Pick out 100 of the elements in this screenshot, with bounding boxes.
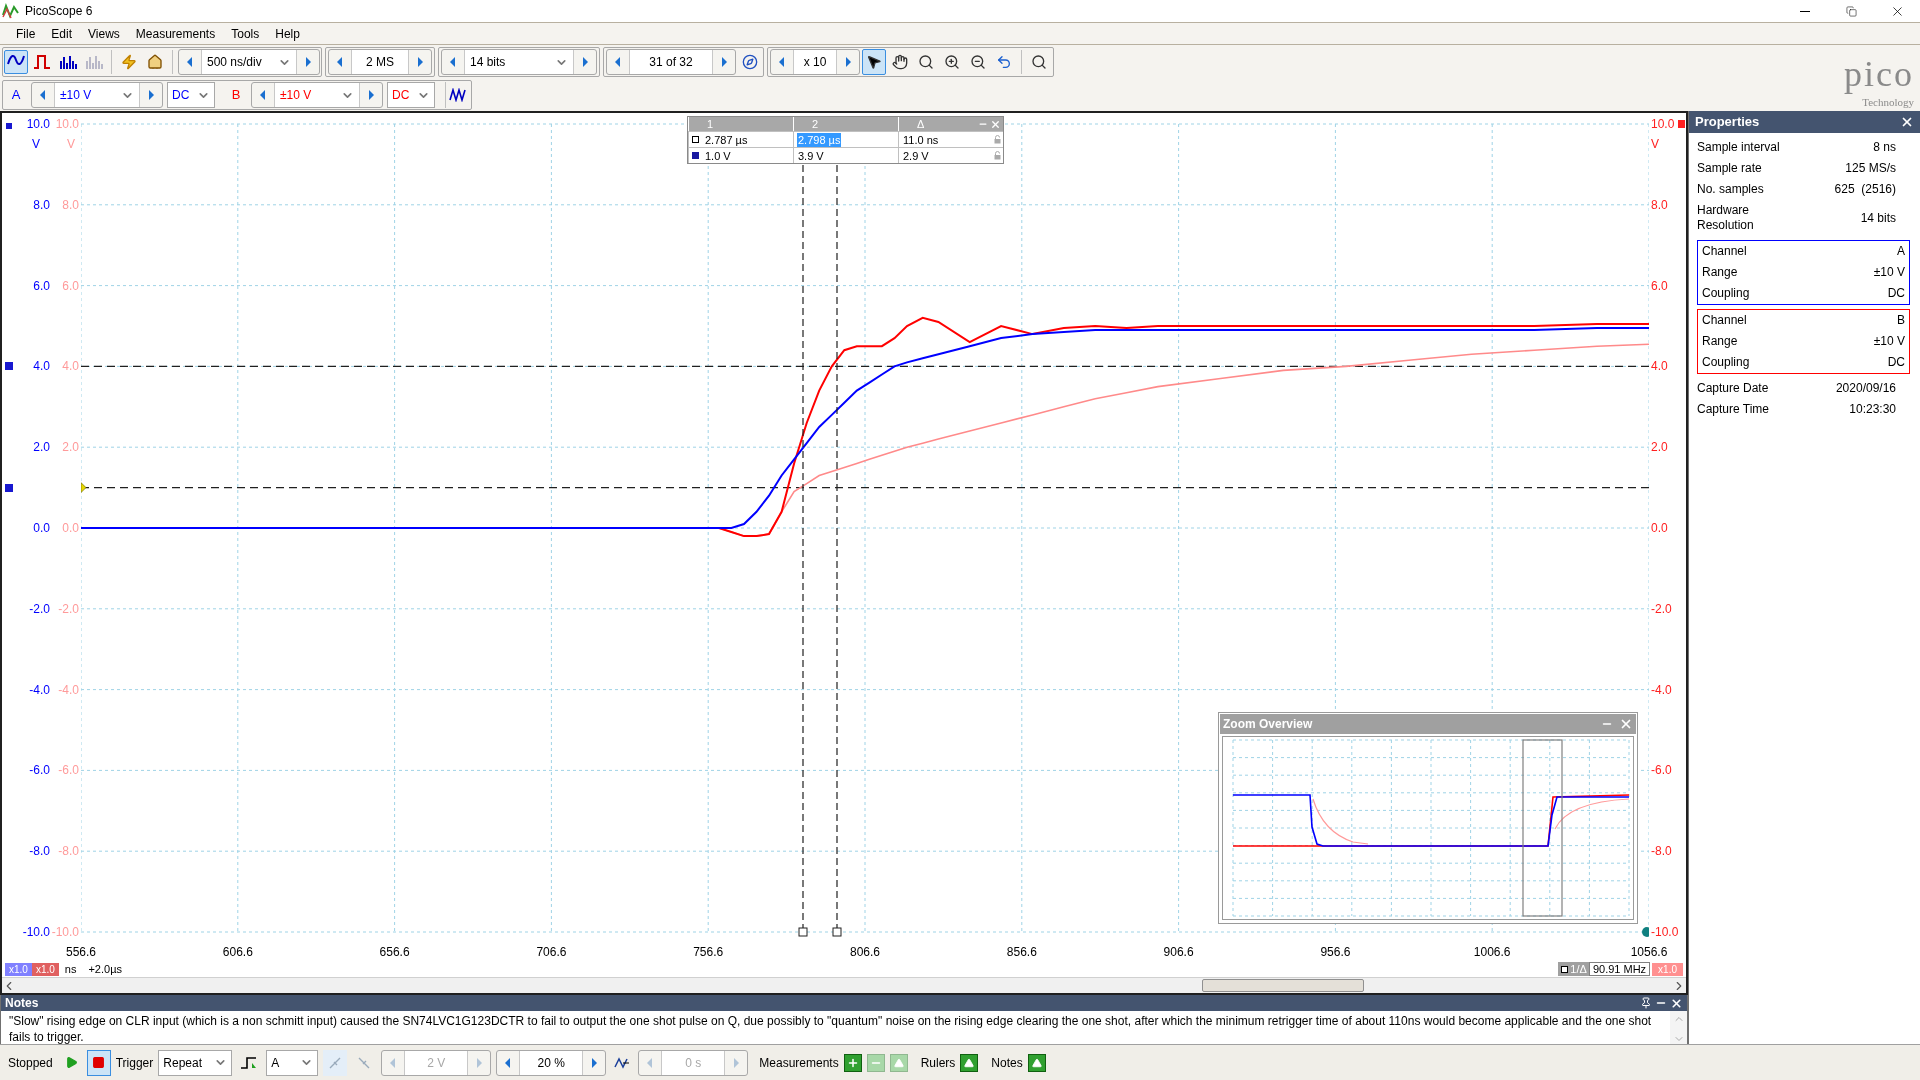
axis-tick-label: -6.0 [58, 763, 79, 778]
ruler-handle[interactable] [5, 483, 13, 492]
triangle-icon [893, 1057, 904, 1068]
axis-tick-label: 6.0 [33, 278, 50, 293]
acquisition-status: Stopped [7, 1054, 54, 1072]
axis-tick-label: 0.0 [33, 521, 50, 535]
pointer-tool-button[interactable] [862, 49, 886, 75]
axis-end-marker [1642, 927, 1649, 937]
horizontal-scrollbar[interactable] [2, 977, 1686, 993]
timebase-dropdown[interactable]: 500 ns/div [201, 50, 297, 74]
close-icon[interactable] [1670, 996, 1683, 1010]
edge-icon [357, 1055, 372, 1070]
pointer-icon [866, 54, 882, 70]
window-title: Zoom Overview [1223, 716, 1313, 733]
waveform-icon [448, 88, 467, 102]
rising-edge-icon [240, 1054, 259, 1071]
axis-tick-label: 6.0 [1651, 278, 1668, 293]
axis-tick-label: 6.0 [62, 278, 79, 293]
axis-tick-label: -2.0 [1651, 601, 1672, 616]
channel-b-scale: x1.0 [1652, 962, 1683, 976]
notes-button[interactable] [1027, 1053, 1046, 1072]
axis-tick-label: 2.0 [33, 440, 50, 455]
right-arrow-icon [731, 1055, 742, 1070]
column-header: 2 [812, 118, 819, 130]
axis-tick-label: 806.6 [850, 944, 880, 961]
range-dropdown[interactable]: ±10 V [54, 83, 140, 107]
panel-title: Properties [1695, 113, 1760, 132]
cursor-value: 1.0 V [704, 148, 732, 163]
menu-item[interactable]: Measurements [127, 23, 224, 44]
zoom-factor-field[interactable]: x 10 [793, 50, 837, 74]
property-label: Coupling [1702, 286, 1751, 301]
scope-view-button[interactable] [4, 50, 28, 74]
buffer-field[interactable]: 31 of 32 [629, 50, 713, 74]
scrollbar-thumb[interactable] [1202, 979, 1364, 992]
rulers-button[interactable] [960, 1053, 979, 1072]
axis-tick-label: 10.0 [55, 117, 79, 131]
left-arrow-icon [258, 88, 268, 102]
cursor-value: 2.798 µs [797, 132, 842, 147]
column-header: 1 [707, 118, 714, 130]
pulse-icon [32, 52, 52, 72]
time-cursor[interactable] [798, 164, 808, 937]
play-icon [65, 1056, 79, 1069]
cursor-value: 11.0 ns [902, 132, 940, 147]
channel-button[interactable]: B [225, 82, 247, 108]
triangle-icon [964, 1057, 975, 1068]
plus-icon [846, 1056, 859, 1069]
close-icon[interactable] [1900, 115, 1914, 129]
frequency-value: 90.91 MHz [1588, 962, 1651, 976]
trigger-marker [81, 482, 87, 493]
trigger-mode-dropdown[interactable]: Repeat [158, 1049, 233, 1076]
trigger-source-dropdown[interactable]: A [266, 1049, 319, 1076]
time-offset: +2.0µs [88, 961, 122, 977]
trigger-label: Trigger [115, 1054, 154, 1072]
coupling-dropdown[interactable]: DC [167, 82, 215, 108]
ruler-line[interactable] [81, 365, 1649, 367]
lock-icon[interactable] [994, 135, 1001, 144]
axis-tick-label: 906.6 [1163, 944, 1194, 961]
property-value: 8 ns [1873, 140, 1896, 155]
time-cursor[interactable] [832, 164, 842, 937]
menu-item[interactable]: Help [267, 23, 308, 44]
samples-field[interactable]: 2 MS [351, 50, 409, 74]
resolution-dropdown[interactable]: 14 bits [464, 50, 574, 74]
triangle-icon [1031, 1057, 1042, 1068]
add-measurement-button[interactable] [843, 1053, 862, 1072]
property-value: 10:23:30 [1849, 402, 1896, 417]
channel-button[interactable]: A [5, 82, 27, 108]
zoom-window-frame[interactable] [1522, 739, 1563, 917]
menu-item[interactable]: Views [80, 23, 128, 44]
value-field[interactable]: 20 % [519, 1050, 584, 1075]
compass-icon [742, 54, 758, 70]
axis-tick-label: -8.0 [29, 844, 50, 859]
ruler-handle[interactable] [5, 362, 13, 371]
axis-tick-label: 2.0 [62, 440, 79, 455]
vertical-scrollbar[interactable] [1670, 1011, 1687, 1047]
property-label: Capture Date [1697, 381, 1770, 396]
lock-icon[interactable] [994, 151, 1001, 160]
brand-logo: pico [1844, 53, 1914, 96]
home-icon [147, 54, 163, 70]
zoom-in-icon [944, 54, 960, 70]
edge-icon [328, 1055, 343, 1070]
axis-tick-label: 4.0 [62, 359, 79, 374]
axis-tick-label: -4.0 [58, 682, 79, 697]
coupling-dropdown[interactable]: DC [387, 82, 435, 108]
cursor-value: 3.9 V [797, 148, 825, 163]
property-value: 2020/09/16 [1835, 381, 1896, 396]
math-channel-button[interactable] [445, 82, 469, 108]
frequency-label: 1/Δ [1570, 961, 1587, 977]
menu-item[interactable]: Tools [223, 23, 268, 44]
menu-item[interactable]: File [8, 23, 44, 44]
range-dropdown[interactable]: ±10 V [274, 83, 360, 107]
property-value: DC [1887, 355, 1905, 370]
property-label: Capture Time [1697, 402, 1771, 417]
cursor-marker [692, 136, 699, 143]
notes-text: "Slow" rising edge on CLR input (which is a non schmitt input) caused the SN74LVC1G123DCTR to fail to output the one shot pulse on Q, due possibly to "quantum" noise on the rising edge clearing the one shot, after which the minimum retrigger time of about 110ns would become applicable and the one shot fails to trigger. [8, 1013, 1653, 1046]
menu-item[interactable]: Edit [43, 23, 81, 44]
pin-icon[interactable] [1640, 997, 1652, 1009]
stop-button[interactable] [86, 1049, 111, 1076]
axis-tick-label: -2.0 [29, 601, 50, 616]
brand-tagline: Technology [1862, 96, 1914, 108]
axis-tick-label: -2.0 [58, 601, 79, 616]
